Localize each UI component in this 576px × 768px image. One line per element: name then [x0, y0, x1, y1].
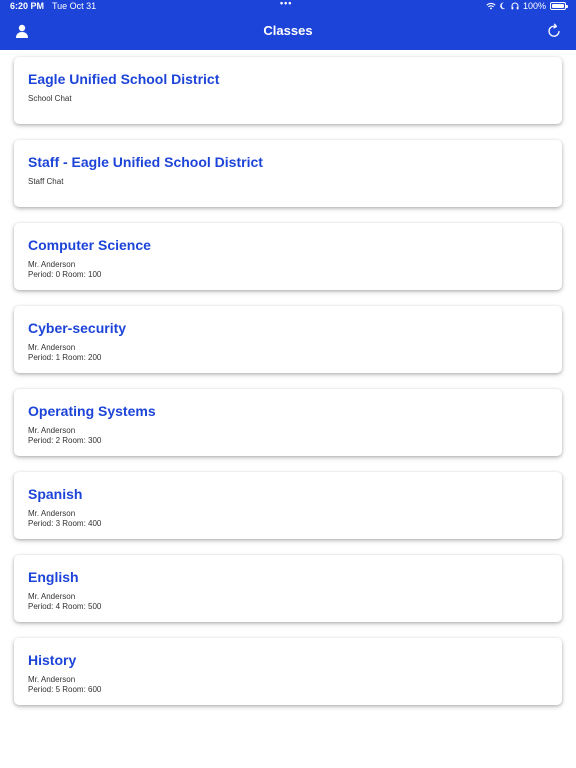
class-title: Computer Science — [28, 237, 151, 253]
class-title: Eagle Unified School District — [28, 71, 220, 87]
class-teacher: Mr. Anderson — [28, 426, 76, 435]
class-period-room: Period: 2 Room: 300 — [28, 436, 102, 445]
class-subtitle: Staff Chat — [28, 177, 64, 186]
status-date: Tue Oct 31 — [52, 1, 97, 11]
class-teacher: Mr. Anderson — [28, 675, 76, 684]
class-card-computer-science[interactable]: Computer Science Mr. Anderson Period: 0 … — [14, 223, 562, 290]
class-title: Operating Systems — [28, 403, 156, 419]
class-card-staff-eagle-district[interactable]: Staff - Eagle Unified School District St… — [14, 140, 562, 207]
page-title: Classes — [263, 23, 313, 38]
class-period-room: Period: 3 Room: 400 — [28, 519, 102, 528]
refresh-icon — [548, 23, 560, 37]
class-card-english[interactable]: English Mr. Anderson Period: 4 Room: 500 — [14, 555, 562, 622]
class-card-eagle-district[interactable]: Eagle Unified School District School Cha… — [14, 57, 562, 124]
status-right-group: 100% — [486, 1, 568, 11]
class-teacher: Mr. Anderson — [28, 343, 76, 352]
class-title: English — [28, 569, 79, 585]
class-period-room: Period: 0 Room: 100 — [28, 270, 102, 279]
class-title: Cyber-security — [28, 320, 127, 336]
class-teacher: Mr. Anderson — [28, 592, 76, 601]
wifi-icon — [486, 2, 496, 10]
battery-icon — [550, 2, 568, 10]
class-subtitle: School Chat — [28, 94, 72, 103]
class-card-spanish[interactable]: Spanish Mr. Anderson Period: 3 Room: 400 — [14, 472, 562, 539]
status-time: 6:20 PM — [10, 1, 45, 11]
class-title: Staff - Eagle Unified School District — [28, 154, 263, 170]
class-card-cyber-security[interactable]: Cyber-security Mr. Anderson Period: 1 Ro… — [14, 306, 562, 373]
status-bar: 6:20 PM Tue Oct 31 ••• 100% — [0, 0, 576, 13]
multitasking-dots-icon[interactable]: ••• — [280, 0, 292, 8]
class-card-operating-systems[interactable]: Operating Systems Mr. Anderson Period: 2… — [14, 389, 562, 456]
class-teacher: Mr. Anderson — [28, 509, 76, 518]
moon-icon — [500, 2, 506, 10]
class-teacher: Mr. Anderson — [28, 260, 76, 269]
nav-bar: Classes — [0, 13, 576, 50]
class-title: History — [28, 652, 77, 668]
class-period-room: Period: 1 Room: 200 — [28, 353, 102, 362]
battery-percent: 100% — [522, 1, 546, 11]
class-card-history[interactable]: History Mr. Anderson Period: 5 Room: 600 — [14, 638, 562, 705]
class-title: Spanish — [28, 486, 83, 502]
class-period-room: Period: 4 Room: 500 — [28, 602, 102, 611]
refresh-button[interactable] — [544, 21, 564, 41]
headphones-icon — [511, 2, 519, 10]
class-period-room: Period: 5 Room: 600 — [28, 685, 102, 694]
